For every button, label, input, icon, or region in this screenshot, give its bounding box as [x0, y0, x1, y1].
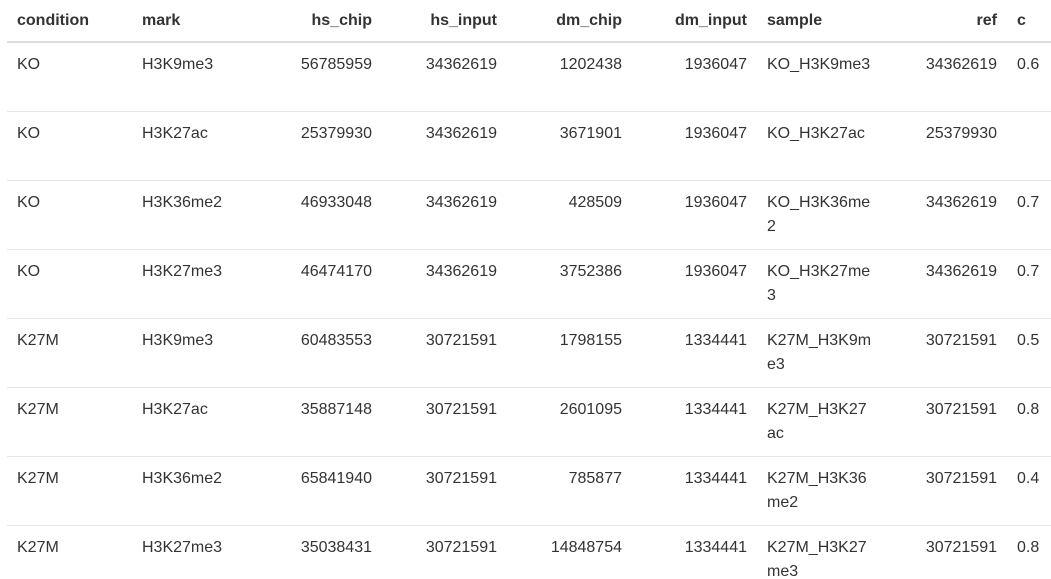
- cell-dm-chip: 3752386: [507, 248, 632, 318]
- column-header-dm-chip[interactable]: dm_chip: [507, 0, 632, 43]
- column-header-extra[interactable]: c: [1007, 0, 1051, 43]
- cell-ref: 25379930: [882, 110, 1007, 180]
- cell-mark: H3K36me2: [132, 179, 257, 249]
- cell-hs-input: 30721591: [382, 386, 507, 456]
- table-row: KO H3K27ac 25379930 34362619 3671901 1936047 K…: [7, 110, 1051, 180]
- cell-dm-input: 1334441: [632, 386, 757, 456]
- cell-mark: H3K9me3: [142, 56, 214, 73]
- cell-ref: 34362619: [882, 248, 1007, 318]
- cell-dm-chip: 3671901: [507, 110, 632, 180]
- cell-hs-input: 30721591: [382, 317, 507, 387]
- cell-sample: K27M_H3K27ac: [757, 386, 882, 456]
- cell-hs-input: 34362619: [382, 179, 507, 249]
- cell-condition: KO: [7, 248, 132, 318]
- cell-dm-chip: 428509: [507, 179, 632, 249]
- column-header-sample[interactable]: sample: [757, 0, 882, 43]
- cell-sample: KO_H3K9me3: [767, 56, 871, 73]
- cell-ref: 34362619: [882, 179, 1007, 249]
- table-row: K27M H3K36me2 65841940 30721591 785877 133444…: [7, 455, 1051, 525]
- cell-hs-input: 30721591: [382, 524, 507, 579]
- cell-hs-chip: 56785959: [300, 56, 372, 73]
- column-header-hs-chip[interactable]: hs_chip: [257, 0, 382, 43]
- data-table: condition mark hs_chip hs_input dm_chip dm_in…: [7, 0, 1051, 579]
- cell-mark: H3K36me2: [132, 455, 257, 525]
- cell-extra: 0.7: [1007, 248, 1051, 318]
- column-header-mark[interactable]: mark: [132, 0, 257, 43]
- column-header-hs-input[interactable]: hs_input: [382, 0, 507, 43]
- cell-ref: 30721591: [882, 524, 1007, 579]
- cell-dm-input: 1936047: [632, 248, 757, 318]
- cell-ref: 34362619: [925, 56, 997, 73]
- cell-condition: K27M: [7, 386, 132, 456]
- cell-dm-chip: 785877: [507, 455, 632, 525]
- data-table-container[interactable]: condition mark hs_chip hs_input dm_chip dm_in…: [7, 0, 1051, 579]
- cell-ref: 30721591: [882, 317, 1007, 387]
- cell-condition: KO: [7, 110, 132, 180]
- cell-dm-chip: 1202438: [559, 56, 622, 73]
- cell-sample: K27M_H3K36me2: [757, 455, 882, 525]
- cell-hs-chip: 35038431: [257, 524, 382, 579]
- table-body: KO H3K9me3 56785959 34362619 1202438 1936047 K…: [7, 42, 1051, 579]
- cell-condition: KO: [7, 179, 132, 249]
- table-row: K27M H3K27me3 35038431 30721591 14848754 1334…: [7, 524, 1051, 579]
- cell-sample: K27M_H3K9me3: [757, 317, 882, 387]
- cell-dm-chip: 1798155: [507, 317, 632, 387]
- table-header: condition mark hs_chip hs_input dm_chip dm_in…: [7, 0, 1051, 43]
- cell-mark: H3K27me3: [132, 524, 257, 579]
- cell-extra: 0.8: [1007, 386, 1051, 456]
- cell-mark: H3K27me3: [132, 248, 257, 318]
- cell-dm-input: 1334441: [632, 455, 757, 525]
- cell-ref: 30721591: [882, 386, 1007, 456]
- cell-hs-chip: 46474170: [257, 248, 382, 318]
- cell-extra: 0.4: [1007, 455, 1051, 525]
- cell-hs-chip: 35887148: [257, 386, 382, 456]
- cell-mark: H3K9me3: [132, 317, 257, 387]
- table-row: KO H3K27me3 46474170 34362619 3752386 1936047…: [7, 248, 1051, 318]
- cell-dm-chip: 2601095: [507, 386, 632, 456]
- cell-condition: K27M: [7, 524, 132, 579]
- cell-dm-input: 1936047: [632, 110, 757, 180]
- cell-mark: H3K27ac: [132, 386, 257, 456]
- cell-condition: K27M: [7, 317, 132, 387]
- cell-hs-chip: 65841940: [257, 455, 382, 525]
- cell-sample: KO_H3K27ac: [757, 110, 882, 180]
- header-row: condition mark hs_chip hs_input dm_chip dm_in…: [7, 0, 1051, 43]
- cell-dm-input: 1936047: [632, 179, 757, 249]
- table-row: KO H3K36me2 46933048 34362619 428509 1936047 K…: [7, 179, 1051, 249]
- cell-hs-input: 34362619: [382, 248, 507, 318]
- cell-condition: K27M: [7, 455, 132, 525]
- cell-sample: KO_H3K27me3: [757, 248, 882, 318]
- cell-condition: KO: [17, 56, 41, 73]
- cell-hs-chip: 46933048: [257, 179, 382, 249]
- cell-sample: KO_H3K36me2: [757, 179, 882, 249]
- cell-extra: 0.5: [1007, 317, 1051, 387]
- cell-dm-chip: 14848754: [507, 524, 632, 579]
- table-row: K27M H3K9me3 60483553 30721591 1798155 133444…: [7, 317, 1051, 387]
- cell-extra: 0.6: [1017, 56, 1040, 73]
- cell-hs-input: 34362619: [382, 110, 507, 180]
- cell-extra: [1007, 110, 1051, 180]
- cell-hs-chip: 25379930: [257, 110, 382, 180]
- table-row: K27M H3K27ac 35887148 30721591 2601095 133444…: [7, 386, 1051, 456]
- cell-dm-input: 1334441: [632, 524, 757, 579]
- cell-extra: 0.8: [1007, 524, 1051, 579]
- column-header-condition[interactable]: condition: [7, 0, 132, 43]
- cell-dm-input: 1334441: [632, 317, 757, 387]
- table-row: KO H3K9me3 56785959 34362619 1202438 1936047 K…: [7, 42, 1051, 111]
- cell-hs-input: 30721591: [382, 455, 507, 525]
- cell-ref: 30721591: [882, 455, 1007, 525]
- column-header-ref[interactable]: ref: [882, 0, 1007, 43]
- cell-mark: H3K27ac: [132, 110, 257, 180]
- cell-hs-input: 34362619: [425, 56, 497, 73]
- column-header-dm-input[interactable]: dm_input: [632, 0, 757, 43]
- cell-dm-input: 1936047: [684, 56, 747, 73]
- cell-sample: K27M_H3K27me3: [757, 524, 882, 579]
- cell-hs-chip: 60483553: [257, 317, 382, 387]
- cell-extra: 0.7: [1007, 179, 1051, 249]
